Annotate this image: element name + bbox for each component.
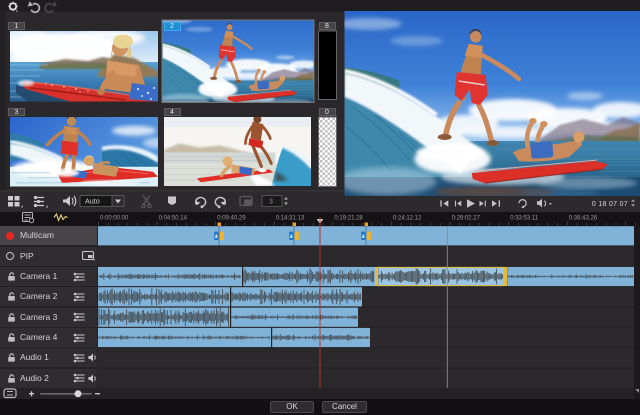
svg-text:0:09:40.29: 0:09:40.29 bbox=[217, 216, 246, 222]
svg-text:0:19:21.28: 0:19:21.28 bbox=[334, 216, 363, 222]
svg-text:0:00:00.00: 0:00:00.00 bbox=[100, 216, 129, 222]
svg-text:0:14:31.13: 0:14:31.13 bbox=[276, 216, 305, 222]
svg-text:0:04:50.14: 0:04:50.14 bbox=[159, 216, 188, 222]
svg-text:0:33:53.11: 0:33:53.11 bbox=[510, 216, 539, 222]
svg-text:3: 3 bbox=[269, 199, 273, 206]
svg-text:Auto: Auto bbox=[85, 197, 100, 206]
svg-text:0:24:12.12: 0:24:12.12 bbox=[393, 216, 422, 222]
svg-text:0:29:02.27: 0:29:02.27 bbox=[452, 216, 481, 222]
svg-text:0 18 07 07: 0 18 07 07 bbox=[592, 201, 628, 208]
svg-text:0:38:43.26: 0:38:43.26 bbox=[569, 216, 598, 222]
